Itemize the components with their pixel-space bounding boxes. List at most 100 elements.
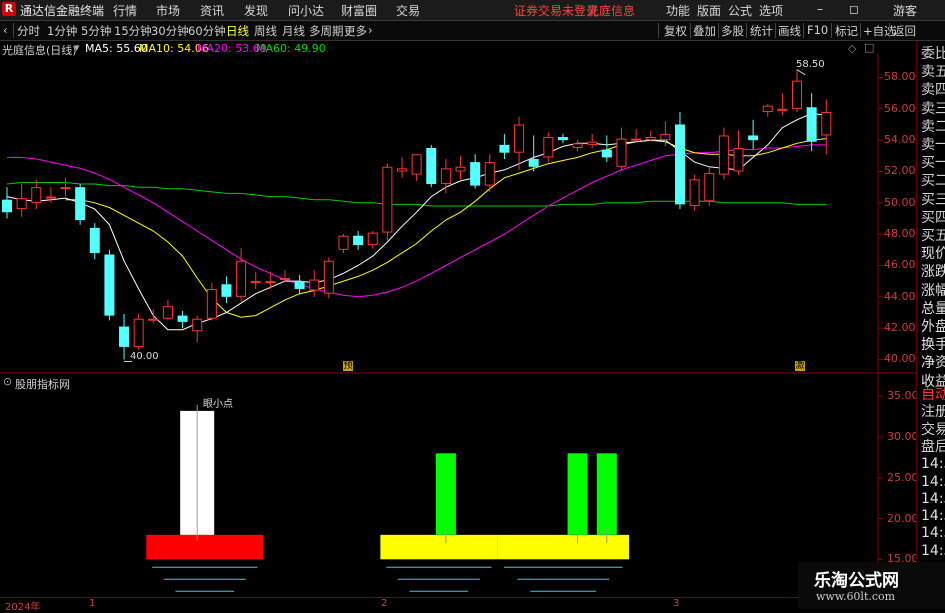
price-tick-label: 42.00 xyxy=(884,321,916,335)
candle-body xyxy=(645,137,656,141)
price-tick-label: 56.00 xyxy=(884,101,916,115)
panel-label: 卖二 xyxy=(921,118,945,135)
sub-chart-label: 眼小点 xyxy=(203,399,233,410)
candle-body xyxy=(455,166,466,172)
candle-body xyxy=(397,168,408,172)
sub-tick-label: 35.00 xyxy=(887,389,919,403)
kline-chart[interactable] xyxy=(0,0,945,609)
candle-body xyxy=(674,124,685,205)
date-month-3: 3 xyxy=(673,598,680,609)
yellow-block xyxy=(380,534,498,560)
panel-time: 14:56 xyxy=(921,490,945,507)
candle-body xyxy=(236,260,247,297)
panel-label: 注册 xyxy=(921,404,945,421)
candle-body xyxy=(382,166,393,233)
panel-time: 14:56 xyxy=(921,542,945,559)
panel-label: 自动 xyxy=(921,387,945,403)
panel-label: 涨幅 xyxy=(921,282,945,299)
candle-body xyxy=(2,199,12,213)
panel-time: 14:56 xyxy=(921,456,945,473)
candle-body xyxy=(733,147,744,172)
candle-body xyxy=(689,179,700,206)
watermark-url: www.60lt.com xyxy=(816,590,896,603)
high-price-label: 58.50 xyxy=(796,59,825,70)
candle-body xyxy=(353,235,364,246)
candle-body xyxy=(587,141,598,145)
candle-body xyxy=(177,315,188,322)
panel-label: 净资 xyxy=(921,355,945,372)
date-year: 2024年 xyxy=(5,602,41,613)
panel-label: 涨跌 xyxy=(921,264,945,281)
candle-body xyxy=(426,147,437,185)
candle-body xyxy=(75,187,86,221)
candle-body xyxy=(762,105,773,112)
candle-body xyxy=(499,144,510,153)
sub-dropdown-icon[interactable]: ⊙ xyxy=(3,375,12,388)
candle-body xyxy=(250,281,261,284)
green-bar xyxy=(567,453,588,535)
candle-body xyxy=(16,198,27,210)
panel-time: 14:56 xyxy=(921,473,945,490)
panel-label: 外盘 xyxy=(921,319,945,335)
candle-body xyxy=(89,227,100,253)
price-tick-label: 46.00 xyxy=(884,258,916,272)
watermark-name: 乐淘公式网 xyxy=(814,571,899,591)
high-pointer xyxy=(796,69,806,76)
candle-body xyxy=(660,133,671,141)
candle-body xyxy=(323,260,334,294)
price-tick-label: 40.00 xyxy=(884,352,916,366)
panel-label: 卖三 xyxy=(921,100,945,117)
price-tick-label: 50.00 xyxy=(884,195,916,209)
candle-body xyxy=(411,154,422,175)
marker-activate[interactable]: 激 xyxy=(795,361,805,371)
candle-body xyxy=(806,107,817,142)
candle-body xyxy=(543,137,554,158)
price-tick-label: 48.00 xyxy=(884,227,916,241)
green-bar xyxy=(596,453,617,535)
price-tick-label: 52.00 xyxy=(884,164,916,178)
candle-body xyxy=(821,111,832,136)
panel-label: 卖五 xyxy=(921,64,945,81)
panel-time: 14:56 xyxy=(921,508,945,525)
quote-side-panel: 委比 卖五 卖四 卖三 卖二 卖一 买一 买二 买三 买四 买五 现价 涨跌 涨幅 总量 外盘 换手 净资 收益 自动… xyxy=(916,41,945,609)
candle-body xyxy=(718,135,729,175)
marker-forecast[interactable]: 预 xyxy=(343,361,353,371)
candle-body xyxy=(777,108,788,111)
panel-label: 交易 xyxy=(921,421,945,438)
price-tick-label: 54.00 xyxy=(884,133,916,147)
panel-label: 现价 xyxy=(921,246,945,263)
candle-body xyxy=(338,235,349,250)
panel-label: 买一 xyxy=(921,155,945,172)
candle-body xyxy=(265,281,276,284)
candle-body xyxy=(104,254,115,316)
date-month-2: 2 xyxy=(381,598,388,609)
sub-tick-label: 30.00 xyxy=(887,430,919,443)
low-price-label: 40.00 xyxy=(130,351,159,362)
panel-label: 买二 xyxy=(921,173,945,190)
candle-body xyxy=(148,318,159,321)
candle-body xyxy=(206,288,217,319)
candle-body xyxy=(279,278,290,281)
candle-body xyxy=(601,149,612,158)
sub-tick-label: 20.00 xyxy=(887,511,919,525)
candle-body xyxy=(748,135,759,141)
ma5-line xyxy=(6,112,827,331)
date-axis: 2024年 1 2 3 xyxy=(0,597,916,613)
panel-label: 委比 xyxy=(921,46,945,62)
candle-body xyxy=(470,162,481,186)
candle-body xyxy=(792,80,803,109)
panel-label: 换手 xyxy=(921,337,945,354)
candle-body xyxy=(367,232,378,246)
panel-label: 买五 xyxy=(921,228,945,244)
candle-body xyxy=(45,196,56,199)
panel-time: 14:56 xyxy=(921,525,945,542)
candle-body xyxy=(484,162,495,186)
candle-body xyxy=(309,279,320,291)
candle-body xyxy=(572,143,583,148)
green-bar xyxy=(435,453,456,535)
sub-chart-title: 股朋指标网 xyxy=(15,378,70,391)
candle-body xyxy=(133,318,144,347)
candle-body xyxy=(557,137,568,141)
candle-body xyxy=(704,173,715,202)
panel-label: 卖一 xyxy=(921,137,945,153)
